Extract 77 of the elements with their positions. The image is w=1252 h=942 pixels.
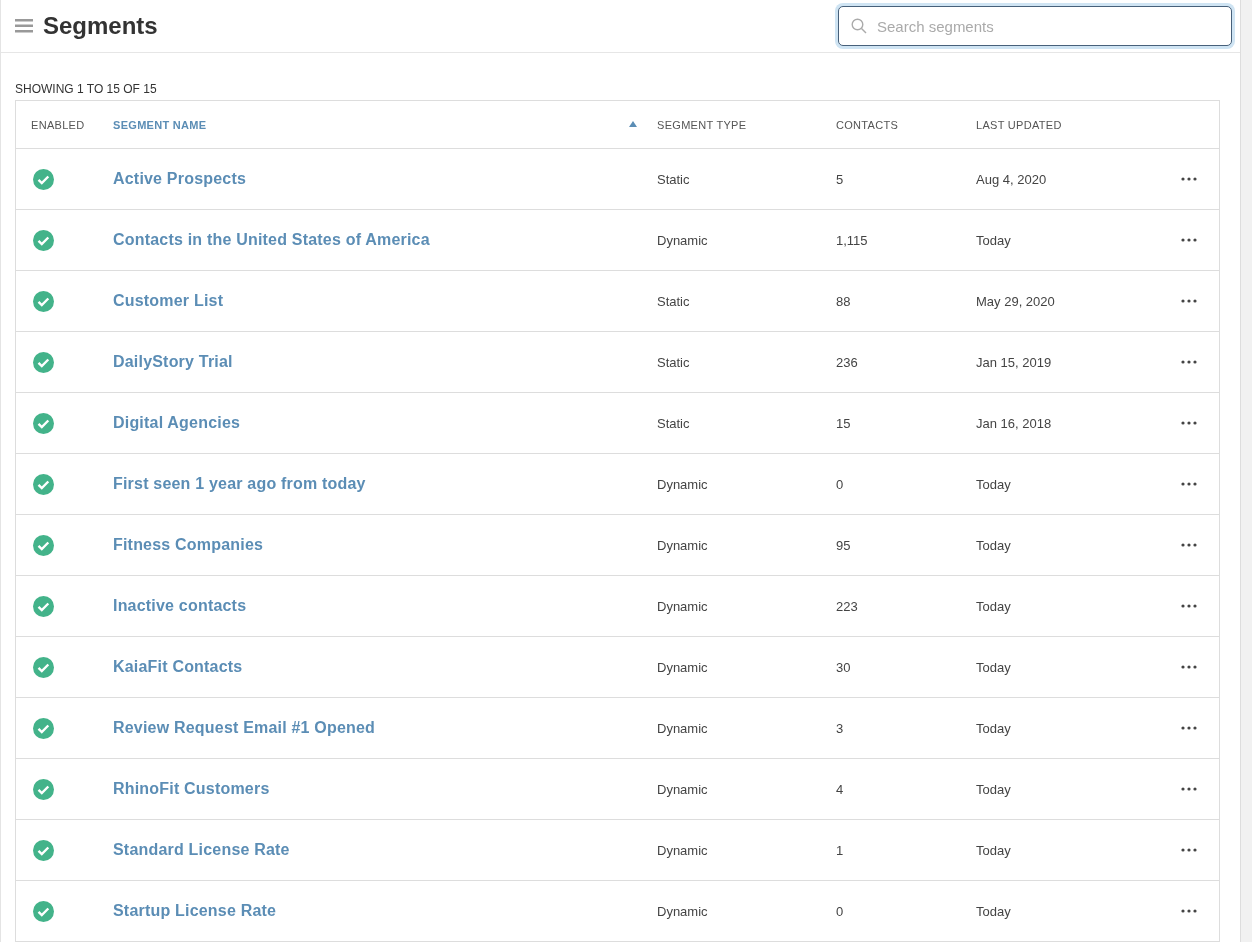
- more-dots-icon: [1181, 482, 1197, 486]
- segment-name-link[interactable]: KaiaFit Contacts: [113, 658, 243, 676]
- segment-type-cell-text: Dynamic: [657, 781, 709, 797]
- last-updated-cell-text: May 29, 2020: [976, 293, 1056, 309]
- contacts-cell-text: 95: [836, 537, 852, 553]
- segment-name-link[interactable]: Customer List: [113, 292, 224, 310]
- segment-type-cell-text: Dynamic: [657, 476, 709, 492]
- contacts-cell-text: 223: [836, 598, 859, 614]
- segment-name-link[interactable]: Inactive contacts: [113, 597, 247, 615]
- contacts-cell-text: 0: [836, 476, 845, 492]
- segment-type-cell-text: Dynamic: [657, 598, 709, 614]
- segment-type-cell-text: Static: [657, 415, 691, 431]
- more-dots-icon: [1181, 787, 1197, 791]
- last-updated-cell-text: Today: [976, 476, 1012, 492]
- more-dots-icon: [1181, 177, 1197, 181]
- search-box[interactable]: Search segments: [838, 6, 1232, 46]
- segment-name-link[interactable]: Contacts in the United States of America: [113, 231, 430, 249]
- search-icon: [851, 18, 867, 34]
- segment-type-cell-text: Static: [657, 293, 691, 309]
- contacts-cell-text: 4: [836, 781, 845, 797]
- page-title: Segments: [43, 12, 158, 40]
- last-updated-cell-text: Jan 15, 2019: [976, 354, 1053, 370]
- contacts-cell-text: 88: [836, 293, 852, 309]
- column-header[interactable]: ENABLED: [16, 118, 113, 131]
- more-dots-icon: [1181, 543, 1197, 547]
- last-updated-cell-text: Aug 4, 2020: [976, 171, 1048, 187]
- last-updated-cell-text: Today: [976, 537, 1012, 553]
- scrollbar[interactable]: [1240, 0, 1252, 942]
- segment-name-link[interactable]: Fitness Companies: [113, 536, 264, 554]
- more-dots-icon: [1181, 360, 1197, 364]
- last-updated-cell-text: Today: [976, 232, 1012, 248]
- contacts-cell-text: 30: [836, 659, 852, 675]
- segment-name-link[interactable]: DailyStory Trial: [113, 353, 233, 371]
- segment-name-link[interactable]: First seen 1 year ago from today: [113, 475, 366, 493]
- column-header[interactable]: LAST UPDATED: [976, 118, 1159, 131]
- segment-type-cell-text: Static: [657, 354, 691, 370]
- more-dots-icon: [1181, 726, 1197, 730]
- column-header[interactable]: SEGMENT NAME: [113, 118, 657, 131]
- segment-type-cell-text: Dynamic: [657, 842, 709, 858]
- contacts-cell-text: 15: [836, 415, 852, 431]
- more-dots-icon: [1181, 421, 1197, 425]
- more-dots-icon: [1181, 604, 1197, 608]
- segment-type-cell-text: Static: [657, 171, 691, 187]
- last-updated-cell-text: Jan 16, 2018: [976, 415, 1053, 431]
- segment-type-cell-text: Dynamic: [657, 232, 709, 248]
- last-updated-cell-text: Today: [976, 598, 1012, 614]
- menu-icon[interactable]: [15, 19, 33, 33]
- segment-name-link[interactable]: Review Request Email #1 Opened: [113, 719, 376, 737]
- results-summary: SHOWING 1 TO 15 OF 15: [15, 82, 158, 96]
- segment-type-cell-text: Dynamic: [657, 537, 709, 553]
- segment-name-link[interactable]: Digital Agencies: [113, 414, 241, 432]
- column-header[interactable]: SEGMENT TYPE: [657, 118, 836, 131]
- sort-ascending-icon: [629, 120, 637, 127]
- segment-name-link[interactable]: Startup License Rate: [113, 902, 277, 920]
- column-header[interactable]: CONTACTS: [836, 118, 976, 131]
- contacts-cell-text: 3: [836, 720, 845, 736]
- segment-name-link[interactable]: Active Prospects: [113, 170, 247, 188]
- last-updated-cell-text: Today: [976, 781, 1012, 797]
- contacts-cell-text: 0: [836, 903, 845, 919]
- last-updated-cell-text: Today: [976, 720, 1012, 736]
- segment-type-cell-text: Dynamic: [657, 903, 709, 919]
- contacts-cell-text: 5: [836, 171, 845, 187]
- segment-name-link[interactable]: RhinoFit Customers: [113, 780, 270, 798]
- more-dots-icon: [1181, 238, 1197, 242]
- more-dots-icon: [1181, 909, 1197, 913]
- more-dots-icon: [1181, 665, 1197, 669]
- more-dots-icon: [1181, 299, 1197, 303]
- last-updated-cell-text: Today: [976, 842, 1012, 858]
- contacts-cell-text: 236: [836, 354, 859, 370]
- last-updated-cell-text: Today: [976, 903, 1012, 919]
- segment-type-cell-text: Dynamic: [657, 720, 709, 736]
- contacts-cell-text: 1,115: [836, 232, 869, 248]
- segment-type-cell-text: Dynamic: [657, 659, 709, 675]
- more-dots-icon: [1181, 848, 1197, 852]
- last-updated-cell-text: Today: [976, 659, 1012, 675]
- segment-name-link[interactable]: Standard License Rate: [113, 841, 290, 859]
- contacts-cell-text: 1: [836, 842, 845, 858]
